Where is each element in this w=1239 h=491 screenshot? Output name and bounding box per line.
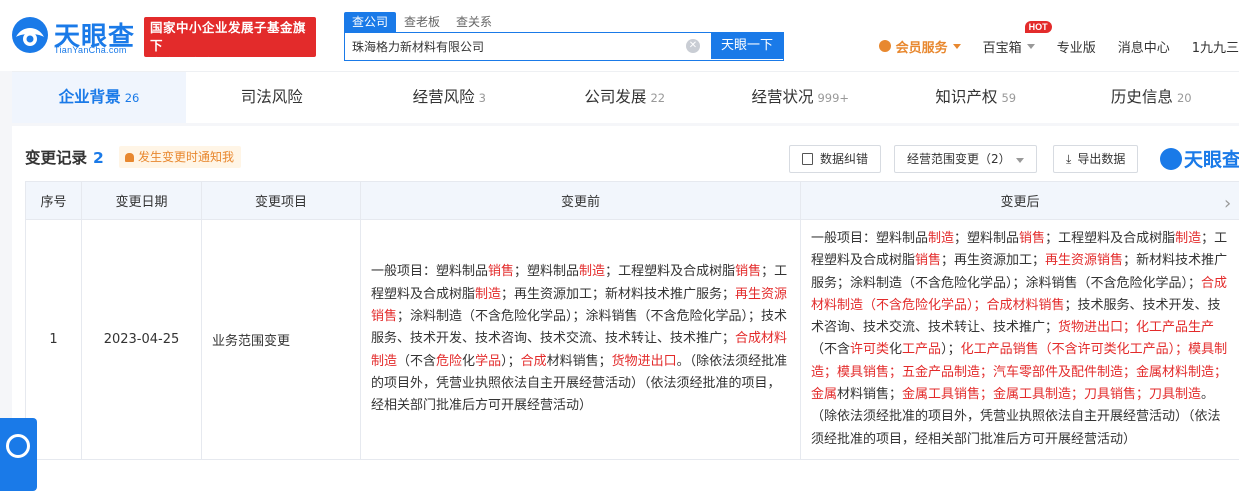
notify-label: 发生变更时通知我 [138,150,235,164]
col-header-index: 序号 [25,181,82,220]
search-clear-icon[interactable]: ✕ [686,39,700,53]
cell-date: 2023-04-25 [81,219,202,460]
tab-count: 59 [1001,91,1017,105]
tab-label: 企业背景 [58,88,121,106]
caret-down-icon [1015,158,1024,163]
tab-count: 20 [1176,91,1192,105]
company-section-tabs: 企业背景 26 司法风险 经营风险 3 公司发展 22 经营状况 999+ 知识产权 59… [12,71,1239,123]
promo-banner[interactable]: 国家中小企业发展子基金旗下 官方备案企业征信机构 [144,17,316,71]
tab-label: 历史信息 [1110,88,1173,106]
section-title-text: 变更记录 [25,149,88,167]
search-tab-boss[interactable]: 查老板 [396,12,448,32]
export-data-button[interactable]: ⤓ 导出数据 [1053,145,1139,173]
bell-icon [125,153,134,162]
tab-operating-risk[interactable]: 经营风险 3 [362,72,538,123]
notify-on-change-button[interactable]: 发生变更时通知我 [119,146,242,168]
section-title: 变更记录 2 [25,146,104,168]
section-count: 2 [93,149,104,167]
data-correction-label: 数据纠错 [820,152,869,166]
change-records-card: 变更记录 2 发生变更时通知我 数据纠错 经营范围变更（2） ⤓ 导出数据 天眼查 … [12,126,1239,491]
tab-count: 3 [478,91,486,105]
tab-enterprise-background[interactable]: 企业背景 26 [12,72,186,123]
site-logo[interactable]: 天眼查 TianYanCha.com [8,12,138,58]
tab-label: 司法风险 [240,88,303,106]
col-header-item: 变更项目 [201,181,361,220]
tab-intellectual-property[interactable]: 知识产权 59 [888,72,1064,123]
logo-eye-icon [12,17,48,53]
download-icon: ⤓ [1066,152,1072,166]
top-header: 天眼查 TianYanCha.com 国家中小企业发展子基金旗下 官方备案企业征… [0,0,1239,71]
search-type-tabs: 查公司 查老板 查关系 [344,12,500,32]
vip-service-menu[interactable]: 会员服务 [878,37,961,56]
logo-domain: TianYanCha.com [54,45,127,55]
tab-history[interactable]: 历史信息 20 [1064,72,1239,123]
service-logo-icon [6,434,30,458]
tab-judicial-risk[interactable]: 司法风险 [186,72,362,123]
brand-text: 天眼查 [1184,149,1239,171]
scope-change-filter[interactable]: 经营范围变更（2） [894,145,1037,173]
scope-change-filter-label: 经营范围变更（2） [907,152,1011,166]
col-header-after: 变更后 [800,181,1239,220]
data-correction-button[interactable]: 数据纠错 [789,145,882,173]
tab-company-development[interactable]: 公司发展 22 [537,72,713,123]
search-button[interactable]: 天眼一下 [711,33,783,59]
treasure-box-menu[interactable]: 百宝箱 HOT [982,20,1052,56]
cell-item: 业务范围变更 [201,219,361,460]
change-records-table: 序号 变更日期 变更项目 变更前 变更后 1 2023-04-25 业务范围变更… [25,181,1239,460]
cell-after: 一般项目：塑料制品制造；塑料制品销售；工程塑料及合成树脂制造；工程塑料及合成树脂… [800,219,1239,460]
brand-watermark: 天眼查 [1160,145,1239,172]
floating-service-button[interactable] [0,418,37,491]
tab-label: 公司发展 [584,88,647,106]
col-header-before: 变更前 [360,181,801,220]
vip-crown-icon [878,40,891,52]
table-row: 1 2023-04-25 业务范围变更 一般项目：塑料制品销售；塑料制品制造；工… [25,219,1239,460]
pro-edition-link[interactable]: 专业版 [1057,37,1096,56]
tab-label: 经营状况 [751,88,814,106]
tab-count: 22 [650,91,666,105]
search-box: ✕ 天眼一下 [344,32,784,61]
search-tab-relation[interactable]: 查关系 [448,12,500,32]
tab-label: 经营风险 [412,88,475,106]
chevron-right-icon[interactable]: › [1224,193,1231,214]
search-tab-company[interactable]: 查公司 [344,12,397,32]
export-data-label: 导出数据 [1077,152,1126,166]
search-input[interactable] [345,33,711,59]
message-center-link[interactable]: 消息中心 [1118,37,1170,56]
col-header-date: 变更日期 [81,181,202,220]
vip-label: 会员服务 [895,40,948,56]
hot-badge: HOT [1024,20,1052,33]
promo-line-1: 国家中小企业发展子基金旗下 [150,20,307,53]
edit-icon [802,153,813,165]
tab-business-status[interactable]: 经营状况 999+ [713,72,889,123]
cell-before: 一般项目：塑料制品销售；塑料制品制造；工程塑料及合成树脂销售；工程塑料及合成树脂… [360,219,801,460]
caret-down-icon [952,43,961,49]
tab-count: 26 [124,91,140,105]
user-menu[interactable]: 1九九三 [1192,37,1239,56]
tab-count: 999+ [817,91,850,105]
top-nav: 会员服务 百宝箱 HOT 专业版 消息中心 1九九三 [857,20,1239,56]
treasure-label: 百宝箱 [982,40,1022,56]
tab-label: 知识产权 [935,88,998,106]
caret-down-icon [1026,43,1035,49]
brand-logo-icon [1160,148,1182,170]
table-header-row: 序号 变更日期 变更项目 变更前 变更后 [25,181,1239,220]
